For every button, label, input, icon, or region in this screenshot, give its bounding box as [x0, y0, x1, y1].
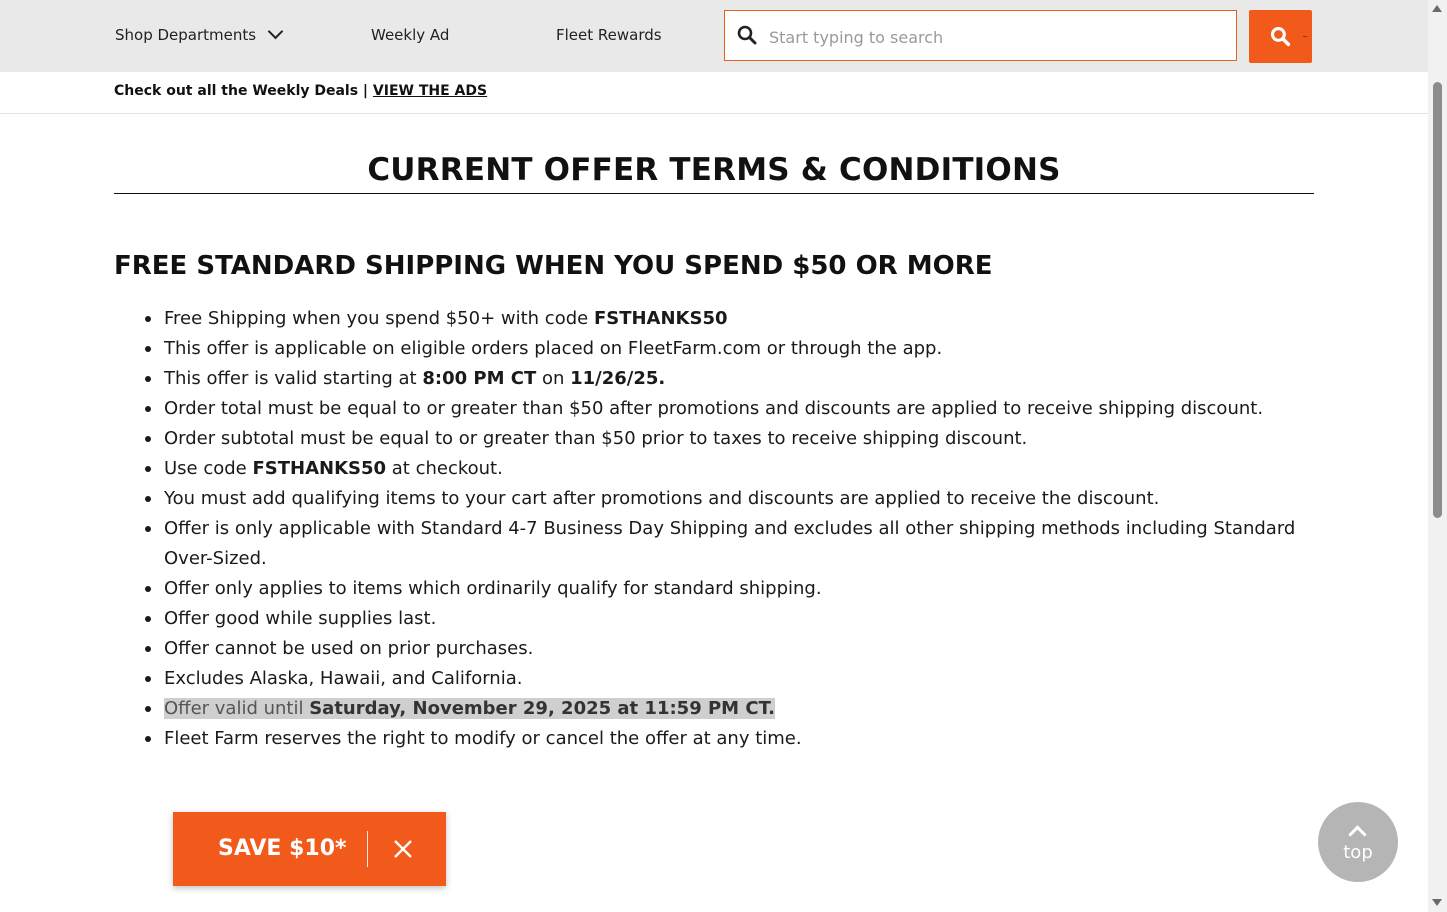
term-text: You must add qualifying items to your ca… — [164, 488, 1160, 509]
list-item: Offer good while supplies last. — [145, 604, 1304, 634]
list-item: Excludes Alaska, Hawaii, and California. — [145, 664, 1304, 694]
promo-banner: Check out all the Weekly Deals | VIEW TH… — [0, 72, 1428, 114]
term-text: Use code — [164, 458, 253, 479]
fleet-rewards-link[interactable]: Fleet Rewards — [556, 24, 662, 46]
list-item: Order subtotal must be equal to or great… — [145, 424, 1304, 454]
term-text: Excludes Alaska, Hawaii, and California. — [164, 668, 523, 689]
term-text: Offer is only applicable with Standard 4… — [164, 518, 1296, 569]
scrollbar-thumb[interactable] — [1433, 82, 1442, 518]
page-title: CURRENT OFFER TERMS & CONDITIONS — [367, 152, 1061, 188]
term-text: Free Shipping when you spend $50+ with c… — [164, 308, 594, 329]
term-text: This offer is valid starting at — [164, 368, 423, 389]
start-time: 8:00 PM CT — [422, 368, 537, 389]
search-icon — [1270, 26, 1291, 47]
term-text: Offer valid until — [164, 698, 310, 719]
save-offer-bar: SAVE $10* — [173, 812, 446, 886]
list-item: This offer is valid starting at 8:00 PM … — [145, 364, 1304, 394]
save-offer-button[interactable]: SAVE $10* — [218, 836, 347, 861]
term-text: This offer is applicable on eligible ord… — [164, 338, 943, 359]
list-item: Offer only applies to items which ordina… — [145, 574, 1304, 604]
list-item: This offer is applicable on eligible ord… — [145, 334, 1304, 364]
terms-list: Free Shipping when you spend $50+ with c… — [145, 304, 1304, 754]
list-item: Offer valid until Saturday, November 29,… — [145, 694, 1304, 724]
promo-code: FSTHANKS50 — [252, 458, 387, 479]
expiry-date: Saturday, November 29, 2025 at 11:59 PM … — [309, 698, 775, 719]
list-item: Offer cannot be used on prior purchases. — [145, 634, 1304, 664]
term-text: at checkout. — [386, 458, 503, 479]
term-text: Offer cannot be used on prior purchases. — [164, 638, 534, 659]
term-text: Fleet Farm reserves the right to modify … — [164, 728, 802, 749]
shop-departments-label: Shop Departments — [115, 26, 257, 44]
shop-departments-menu[interactable]: Shop Departments — [115, 23, 284, 46]
weekly-ad-link[interactable]: Weekly Ad — [371, 24, 449, 46]
button-tick — [1303, 36, 1307, 37]
list-item: Free Shipping when you spend $50+ with c… — [145, 304, 1304, 334]
selected-text: Offer valid until Saturday, November 29,… — [164, 698, 775, 719]
list-item: Order total must be equal to or greater … — [145, 394, 1304, 424]
list-item: Use code FSTHANKS50 at checkout. — [145, 454, 1304, 484]
search-input[interactable] — [767, 19, 1221, 55]
list-item: Fleet Farm reserves the right to modify … — [145, 724, 1304, 754]
promo-code: FSTHANKS50 — [593, 308, 728, 329]
term-text: Order subtotal must be equal to or great… — [164, 428, 1028, 449]
promo-message: Check out all the Weekly Deals | — [114, 83, 373, 99]
back-to-top-button[interactable]: top — [1318, 802, 1398, 882]
divider — [367, 831, 368, 867]
list-item: Offer is only applicable with Standard 4… — [145, 514, 1304, 574]
offer-heading: FREE STANDARD SHIPPING WHEN YOU SPEND $5… — [114, 251, 993, 281]
search-icon — [737, 25, 757, 45]
view-the-ads-link[interactable]: VIEW THE ADS — [373, 83, 487, 99]
promo-text: Check out all the Weekly Deals | VIEW TH… — [114, 83, 487, 99]
scroll-up-arrow-icon[interactable] — [1432, 5, 1442, 12]
chevron-down-icon — [267, 23, 284, 40]
scrollbar[interactable] — [1428, 0, 1447, 912]
term-text: Offer only applies to items which ordina… — [164, 578, 822, 599]
title-divider — [114, 193, 1314, 194]
search-button[interactable] — [1249, 10, 1312, 63]
close-icon[interactable] — [392, 838, 414, 860]
back-to-top-label: top — [1343, 842, 1373, 863]
term-text: on — [536, 368, 571, 389]
scroll-down-arrow-icon[interactable] — [1432, 899, 1442, 906]
search-box — [724, 10, 1237, 61]
start-date: 11/26/25. — [570, 368, 666, 389]
caret-up-icon — [1348, 825, 1367, 844]
term-text: Order total must be equal to or greater … — [164, 398, 1264, 419]
list-item: You must add qualifying items to your ca… — [145, 484, 1304, 514]
term-text: Offer good while supplies last. — [164, 608, 437, 629]
top-nav: Shop Departments Weekly Ad Fleet Rewards — [0, 0, 1428, 72]
